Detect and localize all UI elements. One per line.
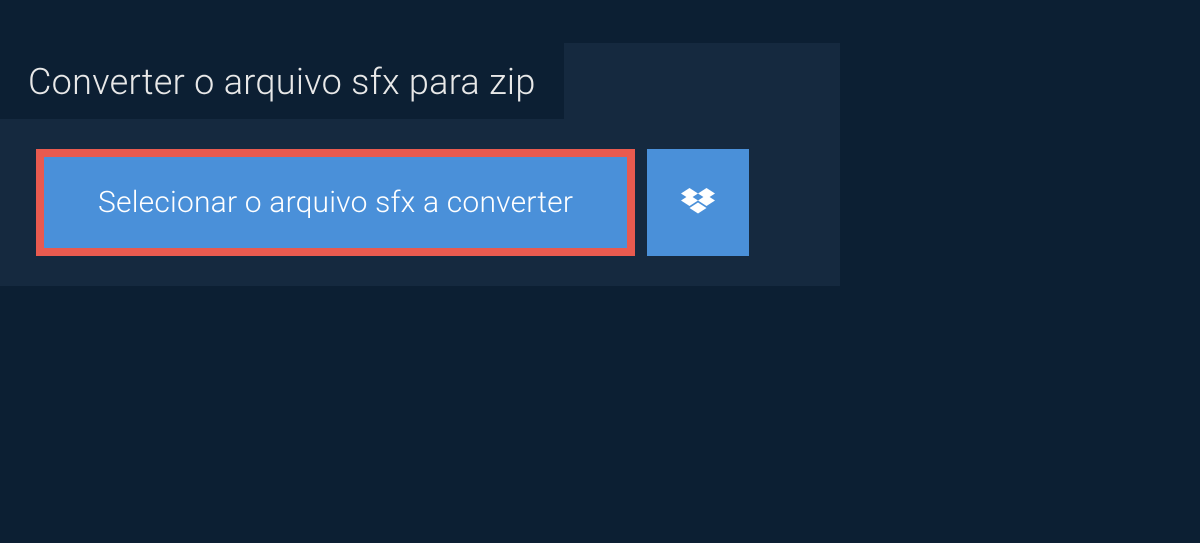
dropbox-button[interactable]: [647, 149, 749, 256]
header-bar: Converter o arquivo sfx para zip: [0, 43, 564, 119]
page-title: Converter o arquivo sfx para zip: [28, 61, 536, 103]
converter-panel: Converter o arquivo sfx para zip Selecio…: [0, 43, 840, 286]
select-file-label: Selecionar o arquivo sfx a converter: [98, 185, 573, 220]
select-file-button[interactable]: Selecionar o arquivo sfx a converter: [36, 149, 635, 256]
dropbox-icon: [681, 188, 715, 218]
action-button-row: Selecionar o arquivo sfx a converter: [36, 149, 840, 256]
